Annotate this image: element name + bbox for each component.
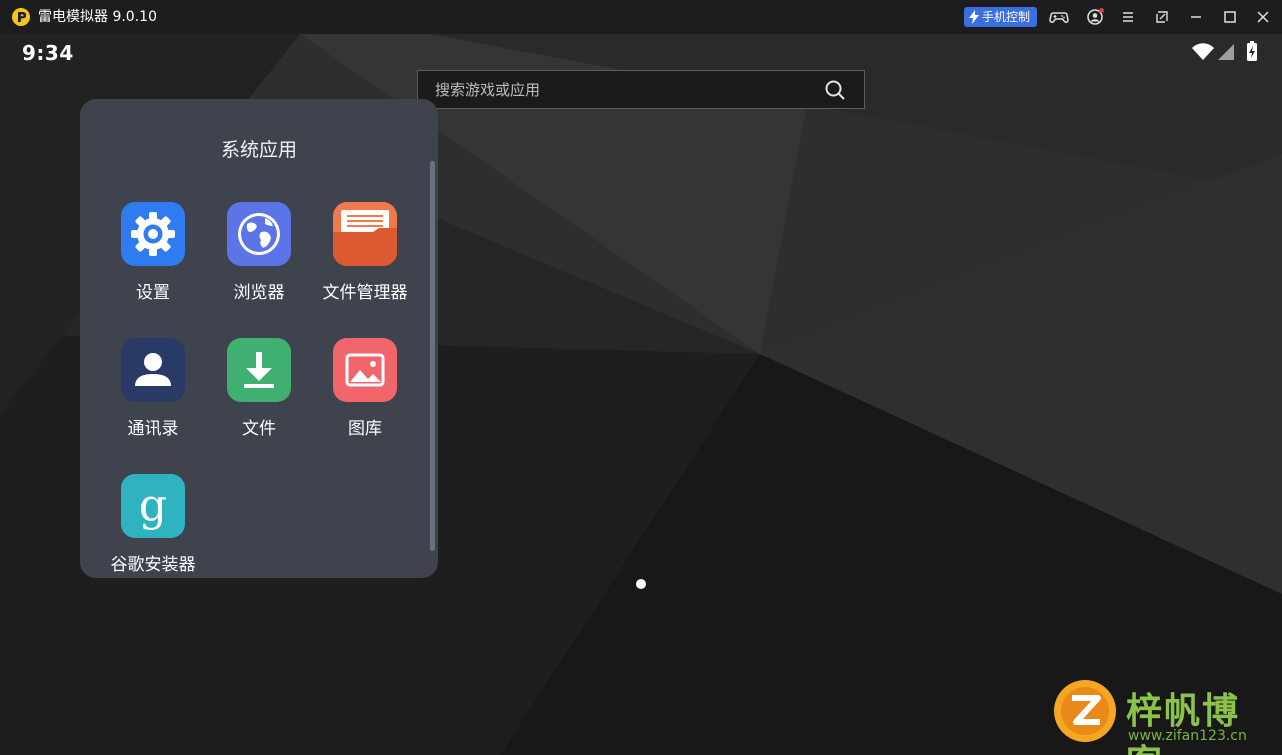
app-label: 谷歌安装器: [110, 555, 196, 575]
gamepad-icon[interactable]: [1049, 7, 1069, 27]
app-contacts[interactable]: 通讯录: [100, 338, 206, 448]
svg-text:g: g: [139, 480, 167, 531]
ldplayer-logo-icon: [12, 8, 30, 26]
settings-gear-icon: [121, 202, 185, 266]
app-file-manager[interactable]: 文件管理器: [312, 202, 418, 312]
search-input[interactable]: [418, 71, 813, 108]
android-home-screen[interactable]: 9:34 系统应用: [0, 34, 1282, 755]
google-g-icon: g: [121, 474, 185, 538]
watermark-text: 梓帆博客: [1126, 691, 1241, 755]
close-icon[interactable]: [1253, 7, 1273, 27]
page-indicator: [636, 579, 646, 589]
lightning-icon: [969, 10, 979, 24]
app-gallery[interactable]: 图库: [312, 338, 418, 448]
folder-scrollbar[interactable]: [430, 161, 435, 551]
watermark: 梓帆博客 www.zifan123.cn: [1052, 676, 1277, 755]
minimize-icon[interactable]: [1186, 7, 1206, 27]
popout-icon[interactable]: [1152, 7, 1172, 27]
app-browser[interactable]: 浏览器: [206, 202, 312, 312]
battery-charging-icon: [1247, 41, 1257, 61]
app-google-installer[interactable]: g 谷歌安装器: [100, 474, 206, 584]
watermark-url: www.zifan123.cn: [1128, 728, 1247, 744]
contact-person-icon: [121, 338, 185, 402]
signal-icon: [1218, 44, 1234, 60]
phone-control-label: 手机控制: [982, 10, 1031, 24]
status-icons: [1192, 41, 1257, 61]
app-settings[interactable]: 设置: [100, 202, 206, 312]
account-icon[interactable]: [1085, 7, 1105, 27]
notification-dot: [1099, 8, 1104, 13]
app-files[interactable]: 文件: [206, 338, 312, 448]
folder-file-icon: [333, 202, 397, 266]
image-gallery-icon: [333, 338, 397, 402]
app-title: 雷电模拟器 9.0.10: [38, 9, 157, 25]
search-bar[interactable]: [417, 70, 865, 109]
wifi-icon: [1192, 43, 1214, 60]
status-time: 9:34: [22, 41, 74, 65]
system-apps-folder: 系统应用 设置 浏览器 文件管理器 通讯录 文件 图库 g 谷歌安装器: [80, 99, 438, 578]
app-label: 图库: [348, 419, 382, 439]
phone-control-button[interactable]: 手机控制: [964, 7, 1037, 27]
globe-icon: [227, 202, 291, 266]
folder-title: 系统应用: [220, 139, 297, 161]
download-icon: [227, 338, 291, 402]
app-label: 文件管理器: [322, 283, 408, 303]
search-icon[interactable]: [824, 79, 846, 101]
maximize-icon[interactable]: [1220, 7, 1240, 27]
menu-icon[interactable]: [1118, 7, 1138, 27]
watermark-logo-icon: [1054, 680, 1116, 742]
window-titlebar: 雷电模拟器 9.0.10 手机控制: [0, 0, 1282, 34]
